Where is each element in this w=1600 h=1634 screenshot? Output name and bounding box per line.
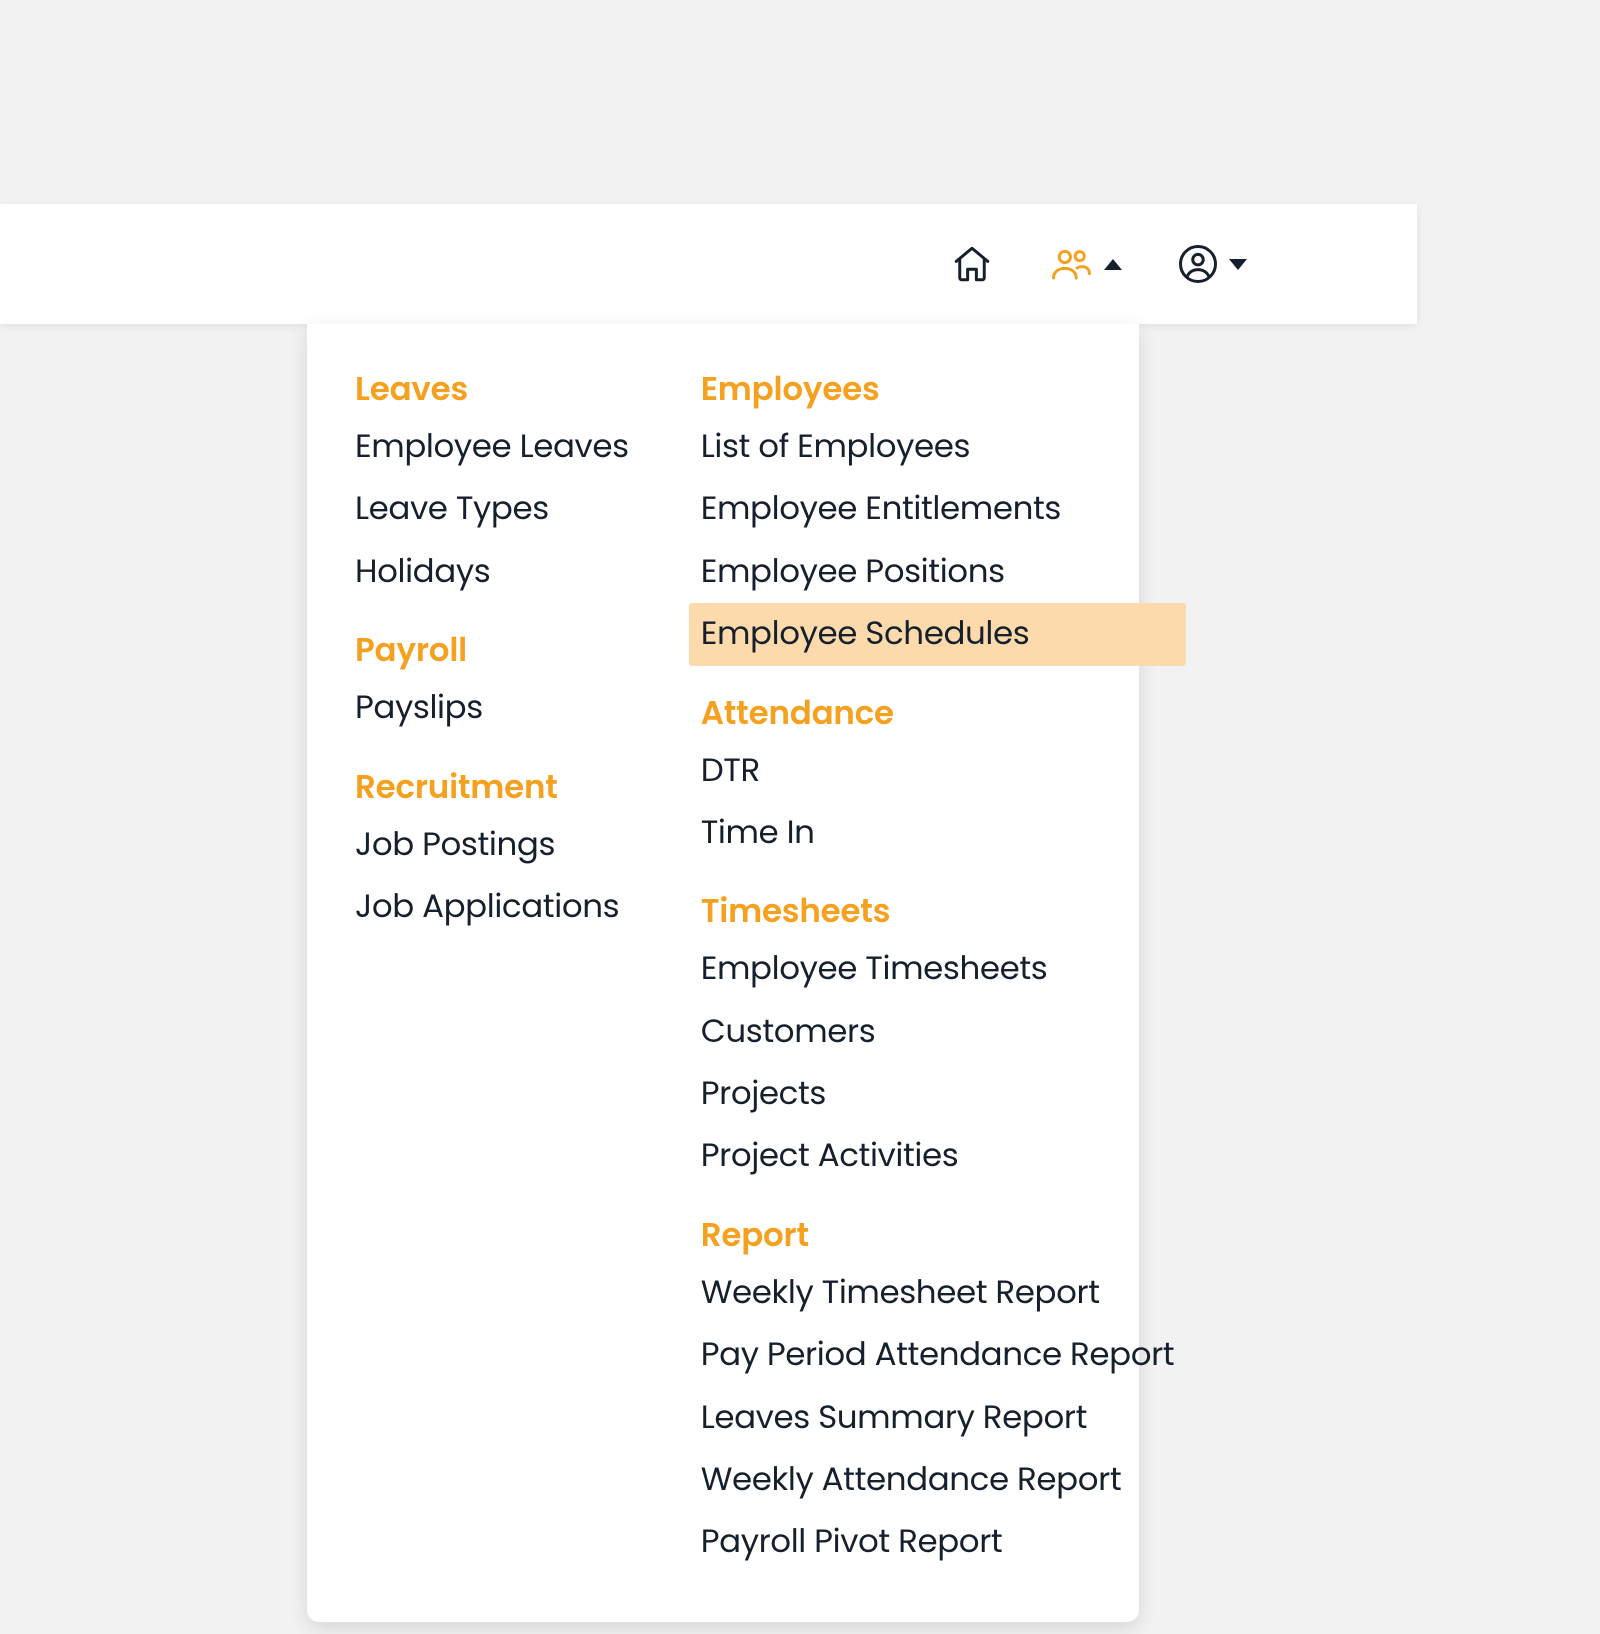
menu-section-header: Leaves <box>355 366 641 414</box>
people-icon <box>1048 243 1094 285</box>
home-button[interactable] <box>951 243 993 285</box>
menu-item-list-of-employees[interactable]: List of Employees <box>701 416 1187 478</box>
menu-column-right: Employees List of Employees Employee Ent… <box>701 366 1187 1574</box>
menu-section-header: Timesheets <box>701 888 1187 936</box>
menu-item-leaves-summary-report[interactable]: Leaves Summary Report <box>701 1387 1187 1449</box>
menu-item-employee-timesheets[interactable]: Employee Timesheets <box>701 938 1187 1000</box>
menu-item-customers[interactable]: Customers <box>701 1001 1187 1063</box>
menu-section-header: Payroll <box>355 627 641 675</box>
menu-item-holidays[interactable]: Holidays <box>355 541 641 603</box>
menu-section-header: Recruitment <box>355 764 641 812</box>
menu-item-payroll-pivot-report[interactable]: Payroll Pivot Report <box>701 1511 1187 1573</box>
menu-section-header: Employees <box>701 366 1187 414</box>
menu-item-employee-schedules[interactable]: Employee Schedules <box>689 603 1187 665</box>
menu-item-pay-period-attendance-report[interactable]: Pay Period Attendance Report <box>701 1324 1187 1386</box>
mega-menu-dropdown: Leaves Employee Leaves Leave Types Holid… <box>307 324 1139 1622</box>
home-icon <box>951 243 993 285</box>
menu-item-dtr[interactable]: DTR <box>701 740 1187 802</box>
caret-down-icon <box>1229 259 1247 270</box>
menu-column-left: Leaves Employee Leaves Leave Types Holid… <box>355 366 641 1574</box>
menu-section-header: Report <box>701 1212 1187 1260</box>
menu-item-project-activities[interactable]: Project Activities <box>701 1125 1187 1187</box>
menu-item-payslips[interactable]: Payslips <box>355 677 641 739</box>
menu-item-weekly-timesheet-report[interactable]: Weekly Timesheet Report <box>701 1262 1187 1324</box>
menu-item-time-in[interactable]: Time In <box>701 802 1187 864</box>
menu-item-job-postings[interactable]: Job Postings <box>355 814 641 876</box>
user-circle-icon <box>1177 243 1219 285</box>
menu-item-weekly-attendance-report[interactable]: Weekly Attendance Report <box>701 1449 1187 1511</box>
topbar <box>0 204 1417 324</box>
menu-section-header: Attendance <box>701 690 1187 738</box>
menu-item-employee-positions[interactable]: Employee Positions <box>701 541 1187 603</box>
caret-up-icon <box>1104 259 1122 270</box>
profile-menu-button[interactable] <box>1177 243 1247 285</box>
menu-item-employee-entitlements[interactable]: Employee Entitlements <box>701 478 1187 540</box>
menu-item-projects[interactable]: Projects <box>701 1063 1187 1125</box>
menu-item-employee-leaves[interactable]: Employee Leaves <box>355 416 641 478</box>
menu-item-job-applications[interactable]: Job Applications <box>355 876 641 938</box>
menu-item-leave-types[interactable]: Leave Types <box>355 478 641 540</box>
people-menu-button[interactable] <box>1048 243 1122 285</box>
